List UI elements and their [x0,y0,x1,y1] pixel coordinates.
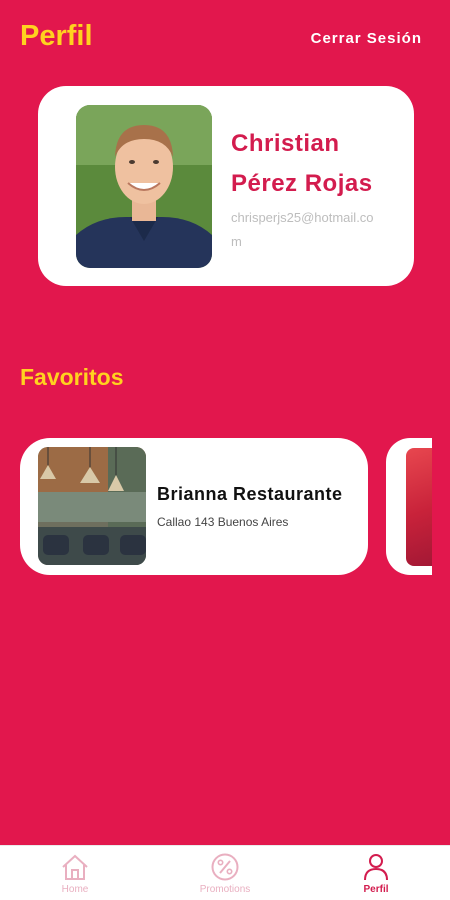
restaurant-image [406,448,432,566]
nav-item-promotions[interactable]: Promotions [185,852,265,895]
nav-label-promotions: Promotions [199,884,251,895]
nav-item-perfil[interactable]: Perfil [336,852,416,895]
user-icon [364,854,388,881]
avatar [76,105,212,268]
restaurant-image [38,447,146,565]
profile-last-name: Pérez Rojas [231,170,373,197]
favorite-card-partial[interactable] [386,438,432,575]
nav-label-perfil: Perfil [363,884,389,895]
page-title: Perfil [20,20,93,52]
favorite-card[interactable]: Brianna Restaurante Callao 143 Buenos Ai… [20,438,368,575]
profile-first-name: Christian [231,130,340,157]
percent-icon [211,853,239,881]
nav-label-home: Home [61,884,89,895]
header: Perfil Cerrar Sesión [0,0,450,80]
home-icon [62,854,88,880]
restaurant-address: Callao 143 Buenos Aires [157,515,289,529]
nav-item-home[interactable]: Home [35,852,115,895]
bottom-nav: Home Promotions Perfil [0,845,450,900]
restaurant-name: Brianna Restaurante [157,484,343,504]
profile-name: Christian Pérez Rojas [231,124,401,204]
profile-card: Christian Pérez Rojas chrisperjs25@hotma… [38,86,414,286]
favorites-title: Favoritos [20,364,124,390]
logout-button[interactable]: Cerrar Sesión [311,30,422,47]
profile-email: chrisperjs25@hotmail.com [231,210,374,249]
